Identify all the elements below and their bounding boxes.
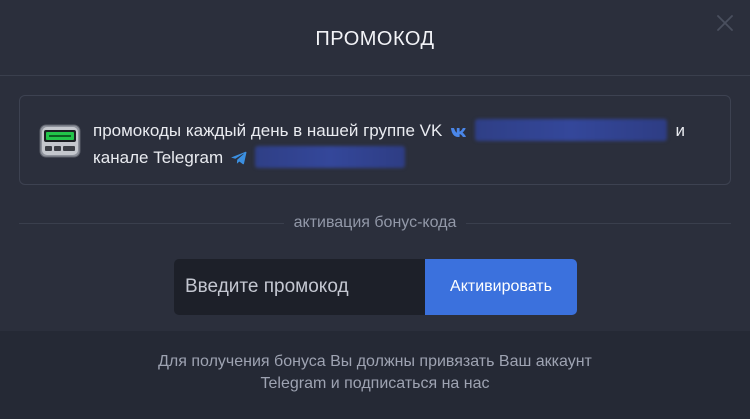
vk-icon[interactable] [450,127,467,138]
info-line1-suffix: и [675,121,686,140]
footer-note: Для получения бонуса Вы должны привязать… [158,353,592,392]
close-icon [717,15,733,31]
telegram-link-redacted[interactable] [254,146,405,168]
divider-line-left [19,222,284,224]
promo-info-box: промокоды каждый день в нашей группе VK … [19,95,731,185]
modal-footer: Для получения бонуса Вы должны привязать… [0,331,750,419]
close-button[interactable] [714,12,736,34]
pager-icon [39,124,81,158]
info-line2-text: канале Telegram [93,148,224,167]
activate-button[interactable]: Активировать [425,259,577,315]
promo-code-input[interactable] [174,259,425,315]
modal-title: ПРОМОКОД [315,28,435,50]
modal-header: ПРОМОКОД [0,0,750,76]
promo-form: Активировать [174,259,577,315]
vk-link-redacted[interactable] [474,119,667,141]
section-divider: активация бонус-кода [19,212,731,234]
divider-line-right [466,222,731,224]
info-line1-text: промокоды каждый день в нашей группе VK [93,121,443,140]
promo-info-text: промокоды каждый день в нашей группе VK … [93,117,723,171]
promo-modal: ПРОМОКОД промокоды каждый день в нашей г… [0,0,750,419]
telegram-icon[interactable] [231,151,247,165]
divider-label: активация бонус-кода [293,214,457,231]
